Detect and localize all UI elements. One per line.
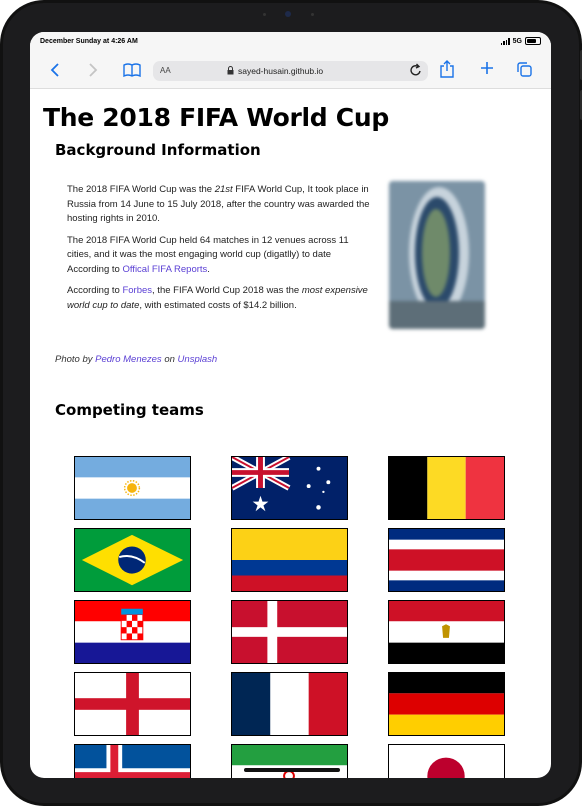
new-tab-icon[interactable] <box>480 61 494 79</box>
status-bar: December Sunday at 4:26 AM 5G <box>30 32 551 54</box>
paragraph: According to Forbes, the FIFA World Cup … <box>67 284 375 313</box>
page-title: The 2018 FIFA World Cup <box>43 103 389 132</box>
status-time: December Sunday at 4:26 AM <box>40 38 138 45</box>
flag-iran[interactable] <box>231 744 348 778</box>
status-indicators: 5G <box>500 37 541 45</box>
background-heading: Background Information <box>55 141 261 159</box>
sensor-dot <box>263 13 266 16</box>
home-indicator[interactable] <box>244 768 340 772</box>
address-bar[interactable]: AA sayed-husain.github.io <box>153 61 428 81</box>
signal-icon <box>500 38 510 45</box>
flag-iceland[interactable] <box>74 744 191 778</box>
flag-denmark[interactable] <box>231 600 348 664</box>
screen: December Sunday at 4:26 AM 5G AA sayed-h… <box>30 32 551 778</box>
browser-toolbar: AA sayed-husain.github.io <box>30 54 551 89</box>
paragraph: The 2018 FIFA World Cup was the 21st FIF… <box>67 183 375 227</box>
text: The 2018 FIFA World Cup was the <box>67 184 215 195</box>
url-text: sayed-husain.github.io <box>238 66 324 76</box>
text: , the FIFA World Cup 2018 was the <box>152 285 302 296</box>
flag-belgium[interactable] <box>388 456 505 520</box>
flag-colombia[interactable] <box>231 528 348 592</box>
page-content: The 2018 FIFA World Cup Background Infor… <box>30 89 551 778</box>
photo-credit: Photo by Pedro Menezes on Unsplash <box>55 354 217 365</box>
network-label: 5G <box>512 37 522 45</box>
teams-heading: Competing teams <box>55 401 204 419</box>
background-text: The 2018 FIFA World Cup was the 21st FIF… <box>67 183 375 320</box>
text: According to <box>67 285 123 296</box>
flag-egypt[interactable] <box>388 600 505 664</box>
paragraph: The 2018 FIFA World Cup held 64 matches … <box>67 234 375 278</box>
stadium-photo <box>389 181 485 329</box>
emphasis: 21st <box>214 184 233 195</box>
back-icon[interactable] <box>49 62 61 82</box>
unsplash-link[interactable]: Unsplash <box>178 354 218 365</box>
flag-france[interactable] <box>231 672 348 736</box>
front-camera <box>285 11 291 17</box>
reader-aa-button[interactable]: AA <box>160 66 171 75</box>
sensor-dot <box>311 13 314 16</box>
photographer-link[interactable]: Pedro Menezes <box>95 354 162 365</box>
flag-england[interactable] <box>74 672 191 736</box>
reload-icon[interactable] <box>410 63 422 80</box>
share-icon[interactable] <box>440 60 454 82</box>
text: on <box>161 354 178 365</box>
fifa-reports-link[interactable]: Offical FIFA Reports <box>122 264 207 275</box>
forbes-link[interactable]: Forbes <box>122 285 152 296</box>
flag-costa-rica[interactable] <box>388 528 505 592</box>
forward-icon[interactable] <box>87 62 99 82</box>
text: . <box>207 263 210 275</box>
flag-croatia[interactable] <box>74 600 191 664</box>
bookmarks-icon[interactable] <box>123 63 141 81</box>
lock-icon <box>227 66 234 77</box>
tablet-frame: December Sunday at 4:26 AM 5G AA sayed-h… <box>0 0 582 806</box>
tabs-overview-icon[interactable] <box>517 62 532 81</box>
battery-icon <box>525 37 541 45</box>
text: Photo by <box>55 354 96 365</box>
flag-brazil[interactable] <box>74 528 191 592</box>
text: , with estimated costs of $14.2 billion. <box>139 299 297 311</box>
flag-germany[interactable] <box>388 672 505 736</box>
flag-japan[interactable] <box>388 744 505 778</box>
flag-argentina[interactable] <box>74 456 191 520</box>
flag-australia[interactable] <box>231 456 348 520</box>
